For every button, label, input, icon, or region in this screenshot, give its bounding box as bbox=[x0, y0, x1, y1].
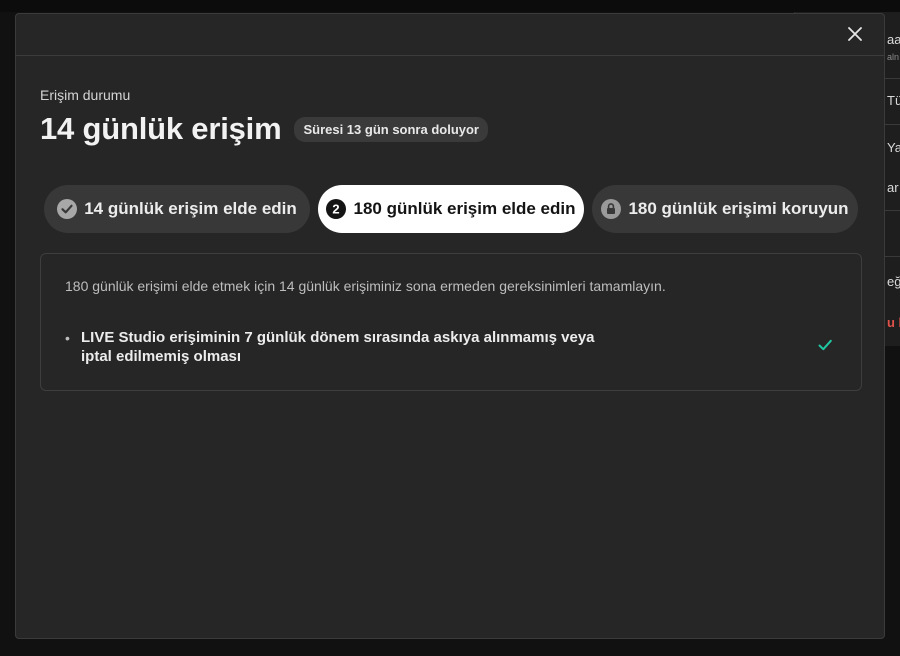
svg-text:2: 2 bbox=[333, 202, 340, 217]
step-label: 180 günlük erişimi koruyun bbox=[628, 199, 849, 218]
access-status-modal: Erişim durumu 14 günlük erişim Süresi 13… bbox=[15, 13, 885, 639]
requirements-intro: 180 günlük erişimi elde etmek için 14 gü… bbox=[65, 278, 666, 294]
requirements-card: 180 günlük erişimi elde etmek için 14 gü… bbox=[40, 253, 862, 391]
step-label: 14 günlük erişim elde edin bbox=[84, 199, 297, 218]
lock-circle-icon bbox=[601, 199, 622, 219]
step-tab-14-days[interactable]: 14 günlük erişim elde edin bbox=[44, 185, 310, 233]
close-icon bbox=[848, 27, 862, 41]
eyebrow-label: Erişim durumu bbox=[40, 87, 131, 103]
checkmark-icon bbox=[817, 337, 833, 353]
background-divider bbox=[883, 124, 900, 125]
modal-header bbox=[16, 14, 884, 56]
background-item: u k bbox=[887, 315, 900, 330]
step-tab-180-days[interactable]: 2 180 günlük erişim elde edin bbox=[318, 185, 584, 233]
close-button[interactable] bbox=[846, 25, 864, 43]
background-item: ar bbox=[887, 180, 899, 195]
background-item: Tü bbox=[887, 93, 900, 108]
bullet-marker: • bbox=[65, 330, 70, 346]
requirement-text: LIVE Studio erişiminin 7 günlük dönem sı… bbox=[81, 329, 595, 365]
check-circle-icon bbox=[57, 199, 78, 219]
step-tab-keep-180-days[interactable]: 180 günlük erişimi koruyun bbox=[592, 185, 858, 233]
background-item: Yay bbox=[887, 140, 900, 155]
app-top-bar bbox=[0, 0, 900, 12]
background-item: eğ bbox=[887, 274, 900, 289]
requirement-item: • LIVE Studio erişiminin 7 günlük dönem … bbox=[65, 328, 837, 372]
expiry-badge: Süresi 13 gün sonra doluyor bbox=[294, 116, 488, 142]
background-divider bbox=[883, 256, 900, 257]
step-label: 180 günlük erişim elde edin bbox=[353, 199, 576, 218]
status-header: Erişim durumu 14 günlük erişim Süresi 13… bbox=[40, 87, 860, 147]
background-item: aa bbox=[887, 32, 900, 47]
page-title: 14 günlük erişim bbox=[40, 111, 282, 146]
number-2-circle-icon: 2 bbox=[326, 199, 347, 219]
background-divider bbox=[883, 78, 900, 79]
background-item: aln bbox=[887, 52, 900, 62]
background-divider bbox=[883, 210, 900, 211]
